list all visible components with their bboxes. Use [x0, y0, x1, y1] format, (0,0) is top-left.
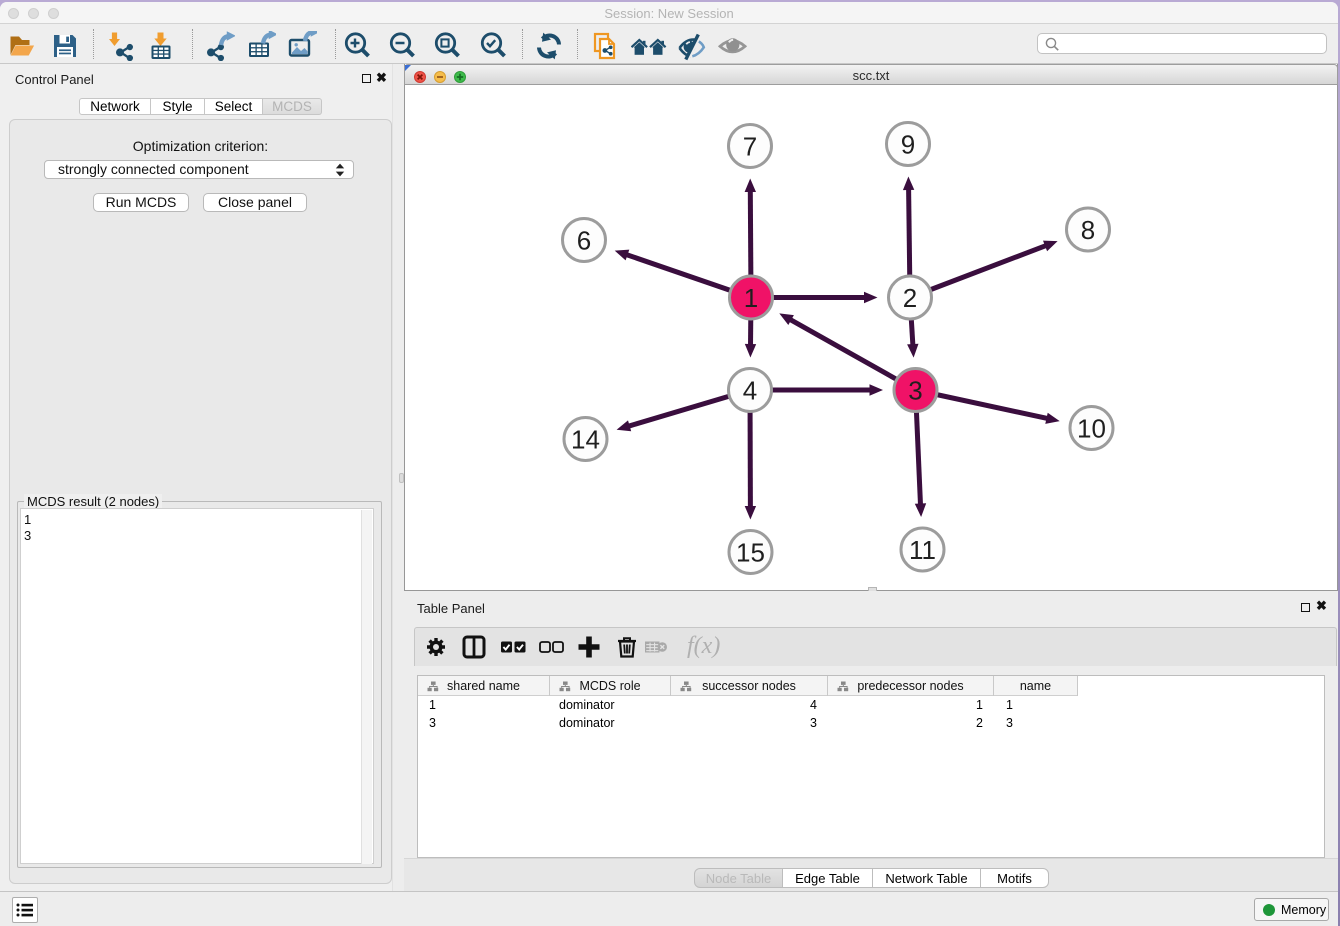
svg-text:4: 4	[743, 375, 757, 405]
svg-text:11: 11	[909, 535, 936, 565]
svg-text:3: 3	[908, 375, 922, 405]
svg-text:10: 10	[1077, 413, 1106, 443]
svg-text:8: 8	[1081, 215, 1095, 245]
svg-text:14: 14	[571, 424, 600, 454]
svg-text:2: 2	[903, 283, 917, 313]
svg-text:15: 15	[736, 537, 765, 567]
svg-text:7: 7	[743, 131, 757, 161]
svg-text:9: 9	[901, 129, 915, 159]
svg-text:1: 1	[744, 283, 758, 313]
svg-text:6: 6	[577, 225, 591, 255]
